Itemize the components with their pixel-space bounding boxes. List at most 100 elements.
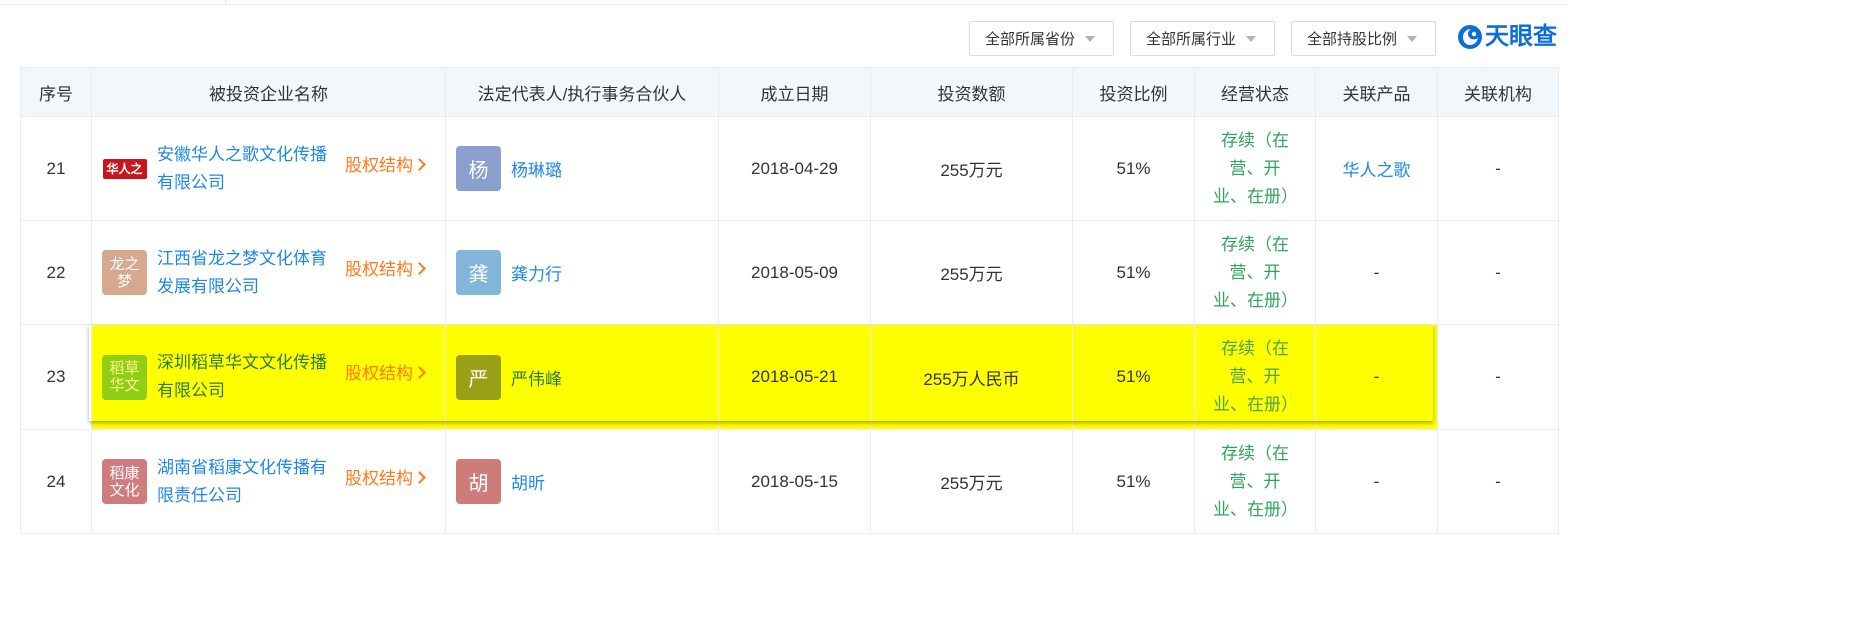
company-logo-text: 华人之歌 bbox=[102, 158, 147, 196]
representative-link[interactable]: 龚力行 bbox=[511, 260, 562, 285]
header-seq: 序号 bbox=[20, 67, 92, 117]
amount-cell: 255万元 bbox=[870, 429, 1073, 534]
avatar[interactable]: 胡 bbox=[456, 459, 501, 504]
amount-cell: 255万元 bbox=[870, 220, 1073, 325]
company-logo[interactable]: 稻康文化 bbox=[102, 459, 147, 504]
seq-cell: 24 bbox=[20, 429, 92, 534]
chevron-down-icon bbox=[1407, 35, 1418, 42]
status-text: 存续（在营、开业、在册） bbox=[1213, 234, 1298, 310]
company-cell: 华人之歌 安徽华人之歌文化传播有限公司 股权结构 bbox=[91, 116, 446, 221]
product-cell: - bbox=[1315, 429, 1438, 534]
equity-structure-link[interactable]: 股权结构 bbox=[345, 255, 426, 280]
company-logo-text: 稻草华文 bbox=[109, 360, 140, 394]
company-logo[interactable]: 龙之梦 bbox=[102, 250, 147, 295]
date-cell: 2018-04-29 bbox=[718, 116, 871, 221]
header-ratio: 投资比例 bbox=[1072, 67, 1195, 117]
company-cell: 稻康文化 湖南省稻康文化传播有限责任公司 股权结构 bbox=[91, 429, 446, 534]
avatar[interactable]: 杨 bbox=[456, 146, 501, 191]
company-link[interactable]: 安徽华人之歌文化传播有限公司 bbox=[157, 141, 337, 197]
header-amount: 投资数额 bbox=[870, 67, 1073, 117]
seq-cell: 22 bbox=[20, 220, 92, 325]
amount-cell: 255万元 bbox=[870, 116, 1073, 221]
representative-cell: 胡 胡昕 bbox=[445, 429, 719, 534]
chevron-down-icon bbox=[1246, 35, 1257, 42]
province-filter[interactable]: 全部所属省份 bbox=[969, 21, 1114, 56]
representative-cell: 杨 杨琳璐 bbox=[445, 116, 719, 221]
status-cell: 存续（在营、开业、在册） bbox=[1194, 220, 1316, 325]
header-date: 成立日期 bbox=[718, 67, 871, 117]
status-cell: 存续（在营、开业、在册） bbox=[1194, 324, 1316, 430]
ratio-cell: 51% bbox=[1072, 429, 1195, 534]
company-cell: 龙之梦 江西省龙之梦文化体育发展有限公司 股权结构 bbox=[91, 220, 446, 325]
company-logo-text: 稻康文化 bbox=[109, 464, 140, 499]
chevron-right-icon bbox=[413, 261, 426, 275]
header-status: 经营状态 bbox=[1194, 67, 1316, 117]
table-row-highlighted: 23 稻草华文 深圳稻草华文文化传播有限公司 股权结构 严 严伟峰 2018-0… bbox=[20, 324, 1559, 430]
header-product: 关联产品 bbox=[1315, 67, 1438, 117]
status-cell: 存续（在营、开业、在册） bbox=[1194, 429, 1316, 534]
filter-bar: 全部所属省份 全部所属行业 全部持股比例 bbox=[969, 21, 1436, 56]
amount-cell: 255万人民币 bbox=[870, 324, 1073, 430]
table-row: 24 稻康文化 湖南省稻康文化传播有限责任公司 股权结构 胡 胡昕 2018-0… bbox=[20, 429, 1559, 534]
product-cell: - bbox=[1315, 324, 1438, 430]
province-filter-label: 全部所属省份 bbox=[985, 31, 1076, 48]
equity-structure-link[interactable]: 股权结构 bbox=[345, 464, 426, 489]
industry-filter-label: 全部所属行业 bbox=[1146, 31, 1237, 48]
table-row: 21 华人之歌 安徽华人之歌文化传播有限公司 股权结构 杨 杨琳璐 2018-0… bbox=[20, 116, 1559, 221]
equity-structure-label: 股权结构 bbox=[345, 259, 413, 279]
representative-link[interactable]: 严伟峰 bbox=[511, 365, 562, 390]
table-row: 22 龙之梦 江西省龙之梦文化体育发展有限公司 股权结构 龚 龚力行 2018-… bbox=[20, 220, 1559, 325]
shareholding-filter-label: 全部持股比例 bbox=[1307, 31, 1398, 48]
equity-structure-label: 股权结构 bbox=[345, 468, 413, 488]
representative-link[interactable]: 杨琳璐 bbox=[511, 156, 562, 181]
header-representative: 法定代表人/执行事务合伙人 bbox=[445, 67, 719, 117]
logo-text: 天眼查 bbox=[1485, 23, 1557, 50]
industry-filter[interactable]: 全部所属行业 bbox=[1130, 21, 1275, 56]
chevron-right-icon bbox=[413, 470, 426, 484]
product-cell: - bbox=[1315, 220, 1438, 325]
avatar[interactable]: 严 bbox=[456, 354, 501, 400]
equity-structure-label: 股权结构 bbox=[345, 364, 413, 383]
date-cell: 2018-05-15 bbox=[718, 429, 871, 534]
chevron-right-icon bbox=[413, 157, 426, 171]
ratio-cell: 51% bbox=[1072, 220, 1195, 325]
product-cell: 华人之歌 bbox=[1315, 116, 1438, 221]
avatar[interactable]: 龚 bbox=[456, 250, 501, 295]
company-link[interactable]: 湖南省稻康文化传播有限责任公司 bbox=[157, 454, 337, 510]
date-cell: 2018-05-21 bbox=[718, 324, 871, 430]
header-org: 关联机构 bbox=[1437, 67, 1559, 117]
company-link[interactable]: 江西省龙之梦文化体育发展有限公司 bbox=[157, 245, 337, 301]
product-link[interactable]: 华人之歌 bbox=[1343, 161, 1411, 180]
status-text: 存续（在营、开业、在册） bbox=[1213, 339, 1298, 414]
status-text: 存续（在营、开业、在册） bbox=[1213, 130, 1298, 206]
equity-structure-link[interactable]: 股权结构 bbox=[345, 359, 426, 384]
representative-cell: 严 严伟峰 bbox=[445, 324, 719, 430]
header-company: 被投资企业名称 bbox=[91, 67, 446, 117]
company-link[interactable]: 深圳稻草华文文化传播有限公司 bbox=[157, 349, 337, 405]
status-text: 存续（在营、开业、在册） bbox=[1213, 443, 1298, 519]
equity-structure-label: 股权结构 bbox=[345, 155, 413, 175]
tianyancha-logo[interactable]: 天眼查 bbox=[1457, 22, 1557, 52]
investment-table: 序号 被投资企业名称 法定代表人/执行事务合伙人 成立日期 投资数额 投资比例 … bbox=[20, 67, 1559, 534]
company-logo[interactable]: 华人之歌 bbox=[102, 146, 147, 196]
shareholding-filter[interactable]: 全部持股比例 bbox=[1291, 21, 1436, 56]
top-strip bbox=[0, 0, 1568, 5]
tianyancha-logo-icon bbox=[1458, 25, 1482, 49]
ratio-cell: 51% bbox=[1072, 324, 1195, 430]
company-logo[interactable]: 稻草华文 bbox=[102, 354, 147, 400]
table-header-row: 序号 被投资企业名称 法定代表人/执行事务合伙人 成立日期 投资数额 投资比例 … bbox=[20, 67, 1559, 117]
chevron-down-icon bbox=[1085, 35, 1096, 42]
company-logo-text: 龙之梦 bbox=[109, 255, 140, 290]
org-cell: - bbox=[1437, 116, 1559, 221]
representative-link[interactable]: 胡昕 bbox=[511, 469, 545, 494]
chevron-right-icon bbox=[413, 366, 426, 379]
org-cell: - bbox=[1437, 220, 1559, 325]
status-cell: 存续（在营、开业、在册） bbox=[1194, 116, 1316, 221]
org-cell: - bbox=[1437, 429, 1559, 534]
equity-structure-link[interactable]: 股权结构 bbox=[345, 151, 426, 176]
representative-cell: 龚 龚力行 bbox=[445, 220, 719, 325]
seq-cell: 21 bbox=[20, 116, 92, 221]
date-cell: 2018-05-09 bbox=[718, 220, 871, 325]
ratio-cell: 51% bbox=[1072, 116, 1195, 221]
divider bbox=[225, 0, 226, 4]
